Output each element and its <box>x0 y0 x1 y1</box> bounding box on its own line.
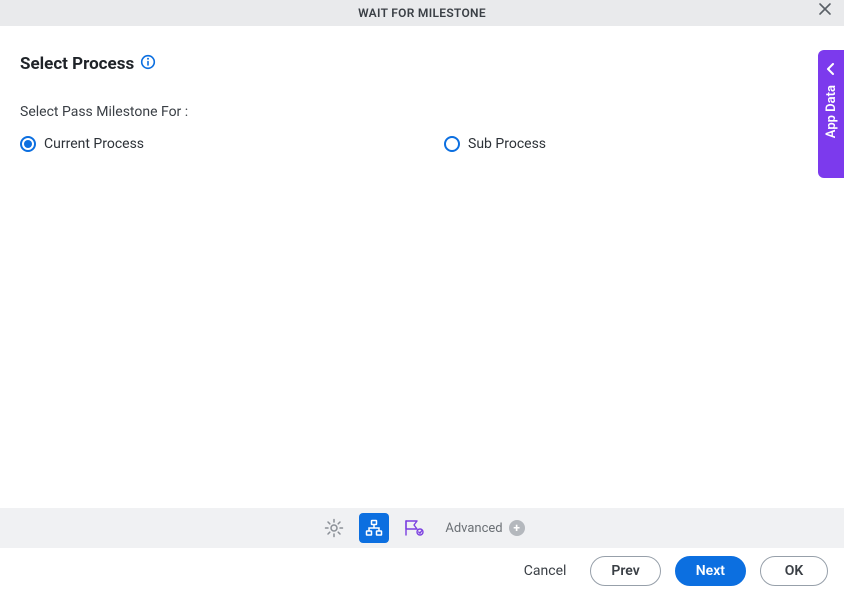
radio-label: Sub Process <box>468 136 546 152</box>
settings-icon[interactable] <box>319 513 349 543</box>
next-button[interactable]: Next <box>675 556 746 586</box>
app-data-panel-toggle[interactable]: App Data <box>818 50 844 178</box>
radio-sub-process[interactable]: Sub Process <box>444 136 546 152</box>
dialog-footer: Cancel Prev Next OK <box>0 548 844 594</box>
dialog-header: WAIT FOR MILESTONE <box>0 0 844 26</box>
chevron-left-icon <box>826 60 836 79</box>
process-tree-icon[interactable] <box>359 513 389 543</box>
close-icon[interactable] <box>818 2 832 20</box>
prompt-label: Select Pass Milestone For : <box>20 104 824 120</box>
dialog-title: WAIT FOR MILESTONE <box>358 6 486 20</box>
radio-icon <box>444 136 460 152</box>
cancel-button[interactable]: Cancel <box>514 557 577 585</box>
section-title: Select Process <box>20 54 134 74</box>
advanced-toggle[interactable]: Advanced + <box>445 520 524 536</box>
plus-circle-icon: + <box>509 520 525 536</box>
ok-button[interactable]: OK <box>760 556 828 586</box>
content-area: Select Process Select Pass Milestone For… <box>0 26 844 152</box>
app-data-label: App Data <box>824 85 839 138</box>
radio-label: Current Process <box>44 136 144 152</box>
section-title-row: Select Process <box>20 54 824 74</box>
bottom-toolbar: Advanced + <box>0 508 844 548</box>
radio-icon <box>20 136 36 152</box>
radio-current-process[interactable]: Current Process <box>20 136 144 152</box>
prev-button[interactable]: Prev <box>590 556 660 586</box>
radio-group: Current Process Sub Process <box>20 136 824 152</box>
info-icon[interactable] <box>140 54 156 74</box>
milestone-flag-icon[interactable] <box>399 513 429 543</box>
advanced-label: Advanced <box>445 521 502 536</box>
